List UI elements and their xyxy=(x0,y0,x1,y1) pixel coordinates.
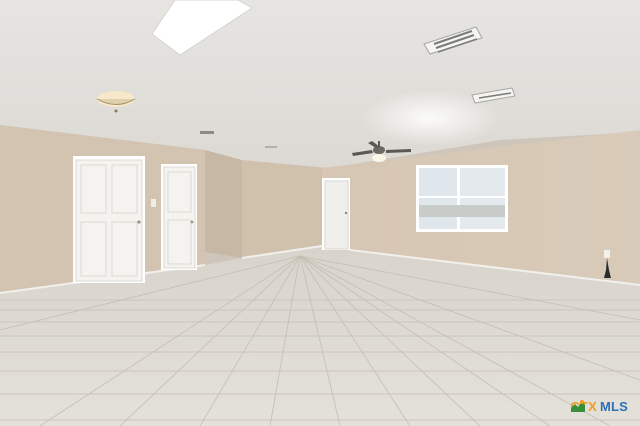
light-switch[interactable] xyxy=(151,199,156,207)
front-door[interactable] xyxy=(322,178,350,250)
air-vent-icon xyxy=(265,146,277,148)
door-left-1[interactable] xyxy=(73,156,145,283)
air-vent-icon xyxy=(200,131,214,134)
ctxmls-watermark: CTXMLS xyxy=(570,399,628,414)
watermark-suffix: MLS xyxy=(599,399,628,414)
door-knob-icon[interactable] xyxy=(137,220,141,224)
wall-outlet xyxy=(604,250,610,258)
room-photo: CTXMLS xyxy=(0,0,640,426)
door-knob-icon[interactable] xyxy=(190,220,194,224)
ctxmls-logo-icon xyxy=(571,400,586,412)
alcove-left-wall xyxy=(205,150,242,258)
door-knob-icon[interactable] xyxy=(344,211,348,215)
door-left-2[interactable] xyxy=(161,164,197,270)
alcove-back-wall xyxy=(242,160,322,258)
room-illustration xyxy=(0,0,640,426)
window xyxy=(416,165,508,232)
